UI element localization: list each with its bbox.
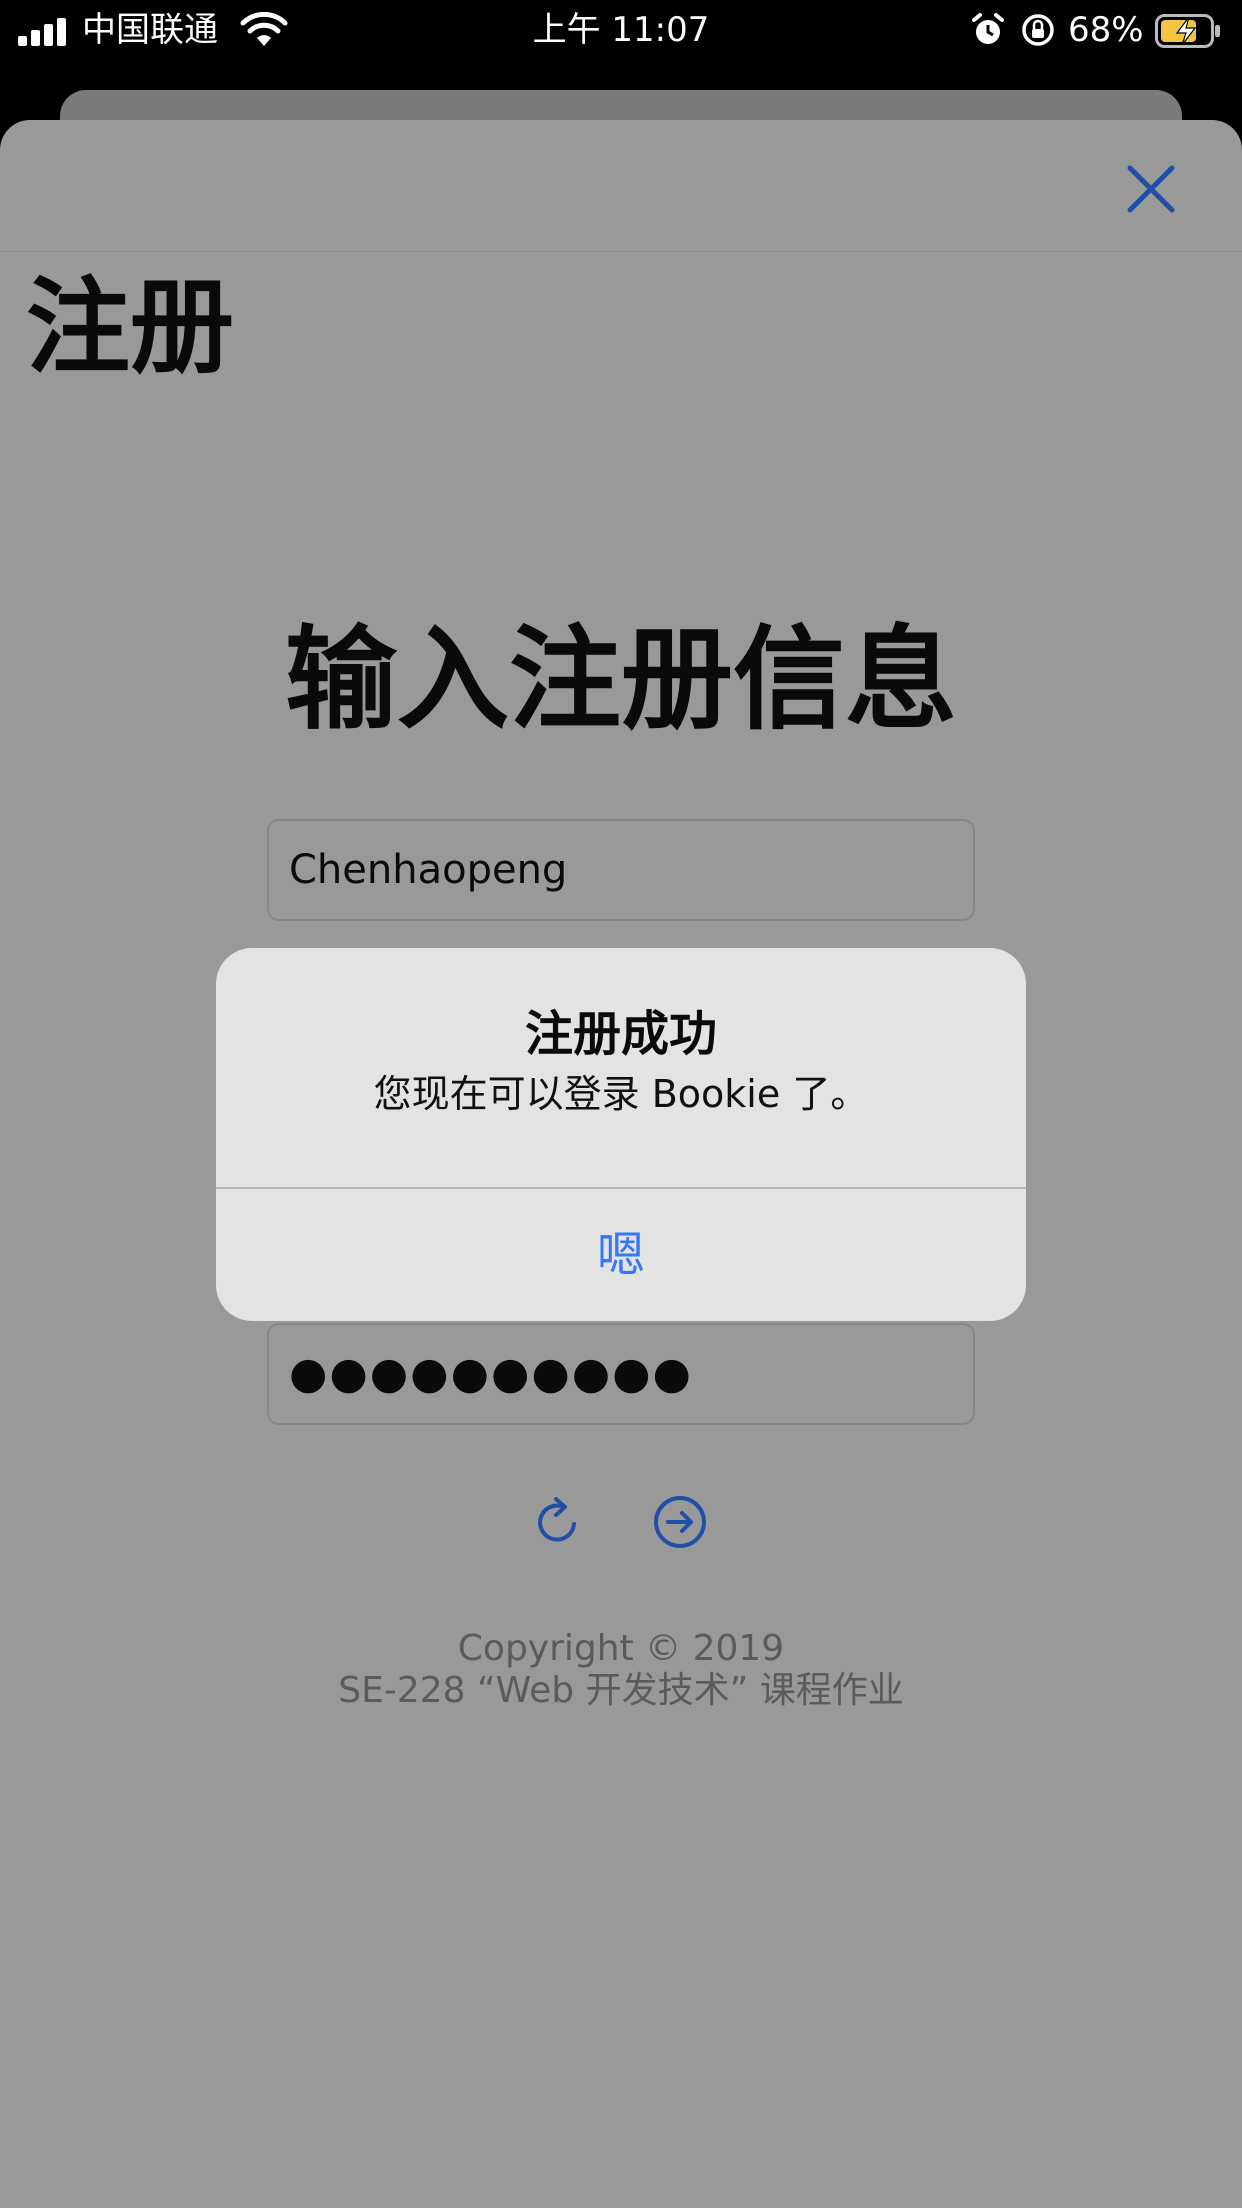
page-title: 注册 [26, 266, 235, 388]
username-field[interactable]: Chenhaopeng [267, 819, 975, 921]
battery-charging-icon [1155, 14, 1220, 48]
close-icon[interactable] [1120, 158, 1182, 220]
form-heading: 输入注册信息 [285, 615, 957, 745]
arrow-right-circle-icon[interactable] [652, 1494, 708, 1550]
course-text: SE-228 “Web 开发技术” 课程作业 [338, 1670, 904, 1711]
alert-ok-button[interactable]: 嗯 [216, 1189, 1026, 1321]
copyright-text: Copyright © 2019 [457, 1628, 785, 1669]
status-bar: 中国联通 上午 11:07 68% [0, 0, 1242, 64]
alarm-icon [972, 13, 1004, 44]
password-field[interactable]: ●●●●●●●●●● [267, 1323, 975, 1425]
alert-message: 您现在可以登录 Bookie 了。 [373, 1072, 869, 1116]
refresh-icon[interactable] [530, 1494, 586, 1550]
alert-dialog: 注册成功 您现在可以登录 Bookie 了。 嗯 [216, 948, 1026, 1321]
alert-title: 注册成功 [524, 1006, 717, 1062]
rotation-lock-icon [1022, 14, 1054, 46]
battery-percent: 68% [1068, 10, 1144, 50]
navigation-bar [0, 120, 1242, 252]
